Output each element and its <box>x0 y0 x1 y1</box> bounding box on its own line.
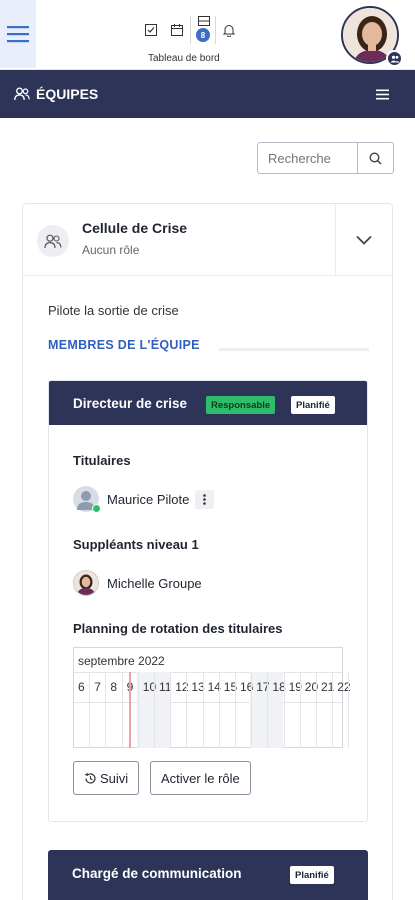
team-role: Aucun rôle <box>82 243 140 257</box>
calendar-column <box>202 672 204 748</box>
suppleant-person: Michelle Groupe <box>73 570 202 596</box>
role-card-header: Directeur de crise Responsable Planifié <box>49 381 367 425</box>
admin-badge <box>386 50 403 67</box>
activer-label: Activer le rôle <box>161 770 240 786</box>
hamburger-icon <box>7 26 29 43</box>
role-card-directeur: Directeur de crise Responsable Planifié … <box>48 380 368 822</box>
activer-role-button[interactable]: Activer le rôle <box>150 761 251 795</box>
members-section-title: MEMBRES DE L'ÉQUIPE <box>48 338 200 352</box>
calendar-column <box>283 672 285 748</box>
chevron-down-icon <box>356 235 372 245</box>
calendar-column <box>251 672 253 748</box>
checkbox-icon <box>145 24 157 36</box>
rotation-calendar[interactable]: septembre 2022 6789101112131415161718192… <box>73 647 351 748</box>
suppleants-label: Suppléants niveau 1 <box>73 537 199 552</box>
history-icon <box>84 772 96 784</box>
users-icon <box>390 55 399 62</box>
titulaire-avatar <box>73 486 101 513</box>
calendar-divider <box>74 672 342 673</box>
calendar-column <box>186 672 188 748</box>
calendar-column <box>137 672 139 748</box>
search-icon <box>369 151 382 165</box>
calendar-column <box>105 672 107 748</box>
role-title: Directeur de crise <box>73 396 188 411</box>
calendar-icon <box>171 24 183 36</box>
calendar-column <box>218 672 220 748</box>
titulaires-label: Titulaires <box>73 453 131 468</box>
team-avatar <box>37 225 69 257</box>
section-title: ÉQUIPES <box>36 86 99 102</box>
calendar-column <box>267 672 269 748</box>
online-status-dot <box>92 504 101 513</box>
role-card-communication: Chargé de communication Planifié <box>48 850 368 900</box>
titulaire-person: Maurice Pilote <box>73 486 215 513</box>
calendar-column <box>316 672 317 748</box>
calendar-column <box>170 672 172 748</box>
top-bar: 8 Tableau de bord <box>0 0 415 70</box>
search-button[interactable] <box>357 142 394 174</box>
calendar-day: 8 <box>110 680 118 694</box>
responsable-badge: Responsable <box>206 396 276 414</box>
titulaire-name: Maurice Pilote <box>107 491 190 507</box>
today-marker <box>129 672 131 748</box>
dashboard-caption: Tableau de bord <box>148 53 220 64</box>
search-bar <box>257 142 394 174</box>
calendar-day: 6 <box>78 680 85 694</box>
topbar-icons: 8 <box>138 16 242 44</box>
calendar-month: septembre 2022 <box>78 654 165 668</box>
team-icon <box>44 234 62 248</box>
status-badge: Planifié <box>290 866 334 884</box>
section-header: ÉQUIPES <box>0 70 415 118</box>
calendar-column <box>89 672 91 748</box>
suivi-button[interactable]: Suivi <box>73 761 140 795</box>
bell-icon <box>223 24 235 37</box>
search-input[interactable] <box>257 142 357 174</box>
calendar-day: 7 <box>94 680 101 694</box>
status-badge: Planifié <box>291 396 335 414</box>
calendar-column <box>348 672 350 748</box>
titulaire-options-button[interactable] <box>195 489 215 509</box>
inbox-count-badge: 8 <box>196 28 210 42</box>
inbox-button[interactable]: 8 <box>190 16 216 44</box>
suppleant-avatar <box>73 570 99 596</box>
calendar-column <box>154 672 155 748</box>
calendar-column <box>332 672 334 748</box>
role-title: Chargé de communication <box>72 866 242 881</box>
main-menu-button[interactable] <box>0 0 36 68</box>
calendar-divider <box>74 702 342 703</box>
notifications-button[interactable] <box>216 16 242 44</box>
planning-label: Planning de rotation des titulaires <box>73 621 283 636</box>
section-menu-button[interactable] <box>376 87 389 105</box>
suivi-label: Suivi <box>100 770 129 786</box>
user-photo-icon <box>74 571 98 595</box>
team-name: Cellule de Crise <box>82 220 188 236</box>
inbox-icon <box>198 16 210 26</box>
calendar-button[interactable] <box>164 16 190 44</box>
team-card-header[interactable]: Cellule de Crise Aucun rôle <box>23 204 392 276</box>
calendar-column <box>299 672 301 748</box>
calendar-column <box>235 672 236 748</box>
suppleant-name: Michelle Groupe <box>107 575 202 591</box>
team-description: Pilote la sortie de crise <box>48 303 179 318</box>
team-icon <box>14 87 30 101</box>
expand-team-button[interactable] <box>335 204 392 276</box>
members-divider <box>219 348 369 351</box>
menu-icon <box>376 89 389 100</box>
tasks-button[interactable] <box>138 16 164 44</box>
more-vertical-icon <box>203 493 207 505</box>
calendar-column <box>121 672 123 748</box>
